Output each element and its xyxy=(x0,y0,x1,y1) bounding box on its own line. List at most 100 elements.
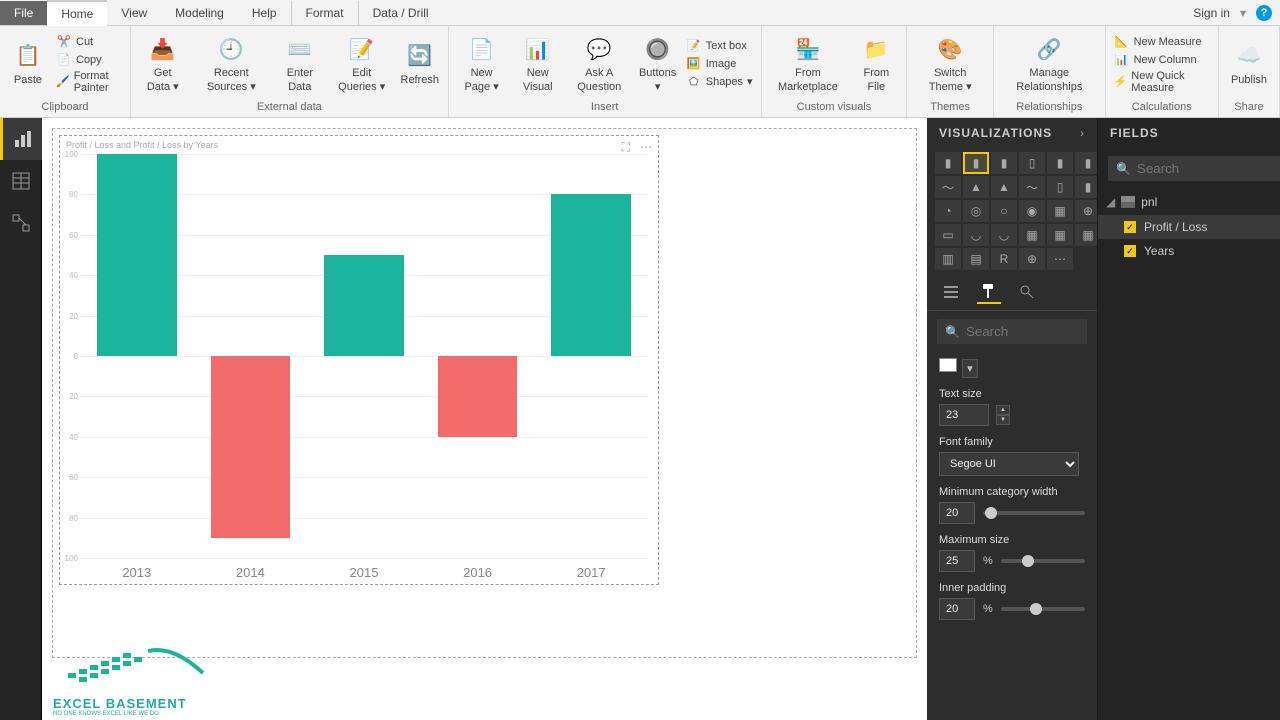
viz-type-27[interactable]: ⊕ xyxy=(1019,248,1045,270)
switch-theme-button[interactable]: 🎨Switch Theme ▾ xyxy=(915,31,985,95)
ask-question-button[interactable]: 💬Ask A Question xyxy=(569,31,629,95)
checkbox-icon[interactable]: ✓ xyxy=(1124,221,1136,233)
chart-bar-2014[interactable] xyxy=(211,356,291,538)
fields-search-input[interactable] xyxy=(1137,161,1280,176)
viz-type-19[interactable]: ◡ xyxy=(963,224,989,246)
rail-data-view[interactable] xyxy=(0,160,42,202)
color-swatch[interactable] xyxy=(939,358,957,372)
copy-button[interactable]: 📄Copy xyxy=(56,52,122,68)
viz-type-16[interactable]: ▦ xyxy=(1047,200,1073,222)
viz-type-2[interactable]: ▮ xyxy=(991,152,1017,174)
buttons-button[interactable]: 🔘Buttons ▾ xyxy=(637,31,677,95)
manage-relationships-button[interactable]: 🔗Manage Relationships xyxy=(1002,31,1097,95)
focus-mode-icon[interactable]: ⛶ xyxy=(622,140,630,155)
viz-type-20[interactable]: ◡ xyxy=(991,224,1017,246)
analytics-tab[interactable] xyxy=(1015,280,1039,304)
rail-model-view[interactable] xyxy=(0,202,42,244)
tab-file[interactable]: File xyxy=(0,1,47,25)
viz-type-10[interactable]: ▯ xyxy=(1047,176,1073,198)
checkbox-icon[interactable]: ✓ xyxy=(1124,245,1136,257)
tab-format[interactable]: Format xyxy=(291,1,359,25)
new-column-button[interactable]: 📊New Column xyxy=(1114,52,1210,68)
tab-view[interactable]: View xyxy=(107,1,161,25)
recent-sources-button[interactable]: 🕘Recent Sources ▾ xyxy=(195,31,268,95)
viz-type-18[interactable]: ▭ xyxy=(935,224,961,246)
text-size-input[interactable] xyxy=(939,404,989,426)
fields-tab[interactable] xyxy=(939,280,963,304)
viz-type-25[interactable]: ▤ xyxy=(963,248,989,270)
edit-queries-button[interactable]: 📝Edit Queries ▾ xyxy=(332,31,392,95)
paint-roller-icon xyxy=(981,283,997,299)
sign-in-link[interactable]: Sign in xyxy=(1193,6,1230,20)
chart-visual[interactable]: Profit / Loss and Profit / Loss by Years… xyxy=(59,135,659,585)
image-button[interactable]: 🖼️Image xyxy=(686,56,753,72)
fields-table-header[interactable]: ◢ pnl xyxy=(1098,189,1280,215)
new-quick-measure-button[interactable]: ⚡New Quick Measure xyxy=(1114,70,1210,94)
max-size-input[interactable] xyxy=(939,550,975,572)
report-canvas[interactable]: Profit / Loss and Profit / Loss by Years… xyxy=(52,128,917,658)
text-size-up[interactable]: ▲ xyxy=(996,405,1010,415)
chart-bar-2017[interactable] xyxy=(551,194,631,356)
publish-button[interactable]: ☁️Publish xyxy=(1227,38,1271,89)
inner-padding-slider[interactable] xyxy=(1001,607,1085,611)
viz-type-15[interactable]: ◉ xyxy=(1019,200,1045,222)
viz-type-21[interactable]: ▦ xyxy=(1019,224,1045,246)
format-tab[interactable] xyxy=(977,280,1001,304)
viz-type-1[interactable]: ▮ xyxy=(963,152,989,174)
font-family-label: Font family xyxy=(939,436,1085,448)
viz-type-12[interactable]: ◔ xyxy=(935,200,961,222)
viz-type-8[interactable]: ▲ xyxy=(991,176,1017,198)
text-size-down[interactable]: ▼ xyxy=(996,415,1010,425)
enter-data-button[interactable]: ⌨️Enter Data xyxy=(276,31,324,95)
viz-type-26[interactable]: R xyxy=(991,248,1017,270)
help-icon[interactable]: ? xyxy=(1256,5,1272,21)
from-marketplace-button[interactable]: 🏪From Marketplace xyxy=(770,31,847,95)
chart-bar-2016[interactable] xyxy=(438,356,518,437)
chart-bar-2015[interactable] xyxy=(324,255,404,356)
viz-type-3[interactable]: ▯ xyxy=(1019,152,1045,174)
chevron-down-icon[interactable]: ▾ xyxy=(1240,6,1246,20)
inner-padding-input[interactable] xyxy=(939,598,975,620)
tab-data-drill[interactable]: Data / Drill xyxy=(359,1,443,25)
min-cat-width-slider[interactable] xyxy=(983,511,1085,515)
tab-modeling[interactable]: Modeling xyxy=(161,1,238,25)
viz-type-9[interactable]: 〜 xyxy=(1019,176,1045,198)
paste-button[interactable]: 📋 Paste xyxy=(8,38,48,89)
viz-type-13[interactable]: ◎ xyxy=(963,200,989,222)
viz-type-28[interactable]: ⋯ xyxy=(1047,248,1073,270)
font-family-select[interactable]: Segoe UI xyxy=(939,452,1079,476)
from-file-button[interactable]: 📁From File xyxy=(854,31,898,95)
field-item-0[interactable]: ✓Profit / Loss xyxy=(1098,215,1280,239)
viz-type-6[interactable]: 〜 xyxy=(935,176,961,198)
viz-type-24[interactable]: ▥ xyxy=(935,248,961,270)
viz-type-7[interactable]: ▲ xyxy=(963,176,989,198)
color-dropdown[interactable]: ▾ xyxy=(962,359,978,378)
fields-panel-header[interactable]: FIELDS› xyxy=(1098,118,1280,148)
chart-y-axis: 10080604020020406080100 xyxy=(64,154,78,558)
get-data-button[interactable]: 📥Get Data ▾ xyxy=(139,31,187,95)
viz-type-4[interactable]: ▮ xyxy=(1047,152,1073,174)
format-search[interactable]: 🔍 xyxy=(937,319,1087,344)
group-relationships: Relationships xyxy=(1002,99,1097,115)
new-page-button[interactable]: 📄New Page ▾ xyxy=(457,31,507,95)
min-cat-width-input[interactable] xyxy=(939,502,975,524)
rail-report-view[interactable] xyxy=(0,118,42,160)
cut-button[interactable]: ✂️Cut xyxy=(56,34,122,50)
max-size-slider[interactable] xyxy=(1001,559,1085,563)
field-item-1[interactable]: ✓Years xyxy=(1098,239,1280,263)
tab-help[interactable]: Help xyxy=(238,1,291,25)
new-measure-button[interactable]: 📐New Measure xyxy=(1114,34,1210,50)
text-box-button[interactable]: 📝Text box xyxy=(686,38,753,54)
chart-bar-2013[interactable] xyxy=(97,154,177,356)
new-visual-button[interactable]: 📊New Visual xyxy=(514,31,561,95)
viz-type-14[interactable]: ○ xyxy=(991,200,1017,222)
viz-type-22[interactable]: ▦ xyxy=(1047,224,1073,246)
fields-search[interactable]: 🔍 xyxy=(1108,156,1280,181)
format-painter-button[interactable]: 🖌️Format Painter xyxy=(56,70,122,94)
more-options-icon[interactable]: ⋯ xyxy=(640,140,652,155)
viz-panel-header[interactable]: VISUALIZATIONS› xyxy=(927,118,1097,148)
tab-home[interactable]: Home xyxy=(47,0,107,26)
refresh-button[interactable]: 🔄Refresh xyxy=(400,38,440,89)
viz-type-0[interactable]: ▮ xyxy=(935,152,961,174)
shapes-button[interactable]: ⬠Shapes ▾ xyxy=(686,74,753,90)
